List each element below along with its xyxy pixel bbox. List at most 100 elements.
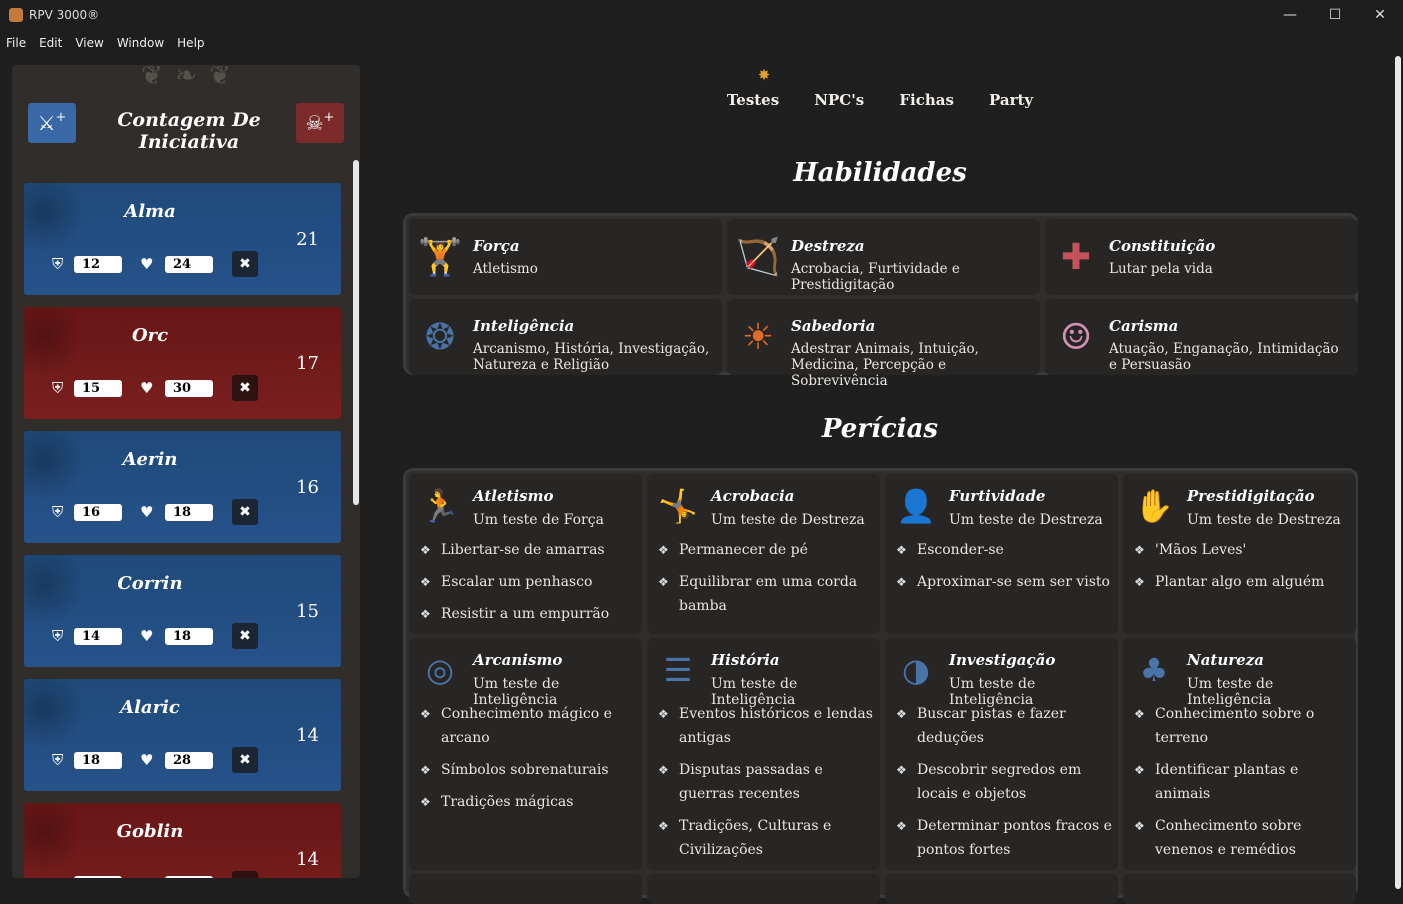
weightlifter-icon: 🏋: [417, 237, 463, 278]
initiative-card[interactable]: Corrin 15 ⛨ 14 ♥ 18 ✖: [24, 555, 341, 667]
skill-example-text: Equilibrar em uma corda bamba: [679, 574, 858, 614]
menu-view[interactable]: View: [69, 36, 110, 50]
armor-class-field[interactable]: 14: [74, 628, 122, 645]
hit-points-field[interactable]: [165, 876, 213, 878]
remove-combatant-button[interactable]: ✖: [232, 499, 258, 525]
skill-example-text: Esconder-se: [917, 542, 1004, 558]
skill-example: ❖ Conhecimento sobre venenos e remédios: [1134, 814, 1350, 862]
hit-points-field[interactable]: 30: [165, 380, 213, 397]
feather-icon: ❖: [658, 819, 669, 833]
skill-example-text: Descobrir segredos em locais e objetos: [917, 762, 1082, 802]
armor-class-field[interactable]: 12: [74, 256, 122, 273]
ability-description: Arcanismo, História, Investigação, Natur…: [473, 341, 710, 373]
crossed-swords-icon: ✖: [239, 752, 251, 768]
skill-card[interactable]: ◑ Investigação Um teste de Inteligência …: [885, 638, 1118, 870]
skill-example: ❖ Tradições mágicas: [420, 790, 636, 814]
skill-example: ❖ Libertar-se de amarras: [420, 538, 636, 562]
skill-card[interactable]: [885, 874, 1118, 904]
ability-title: Destreza: [791, 237, 865, 255]
initiative-card[interactable]: Goblin 14 ⛨ ♥ ✖: [24, 803, 341, 878]
add-monster-icon: ☠: [305, 111, 324, 135]
nav-testes[interactable]: Testes: [727, 91, 779, 109]
armor-class-field[interactable]: [74, 876, 122, 878]
crystal-ball-icon: ◎: [426, 651, 454, 689]
hit-points-field[interactable]: 24: [165, 256, 213, 273]
add-monster-button[interactable]: ☠ +: [296, 103, 344, 143]
remove-combatant-button[interactable]: ✖: [232, 623, 258, 649]
initiative-value: 21: [296, 229, 319, 250]
skill-example: ❖ Disputas passadas e guerras recentes: [658, 758, 874, 806]
skill-card[interactable]: [647, 874, 880, 904]
skill-card[interactable]: 🤸 Acrobacia Um teste de Destreza ❖ Perman…: [647, 474, 880, 634]
skill-card[interactable]: 👤 Furtividade Um teste de Destreza ❖ Esco…: [885, 474, 1118, 634]
remove-combatant-button[interactable]: ✖: [232, 375, 258, 401]
close-button[interactable]: ✕: [1357, 0, 1403, 30]
initiative-card[interactable]: Aerin 16 ⛨ 16 ♥ 18 ✖: [24, 431, 341, 543]
feather-icon: ❖: [420, 543, 431, 557]
habilidades-title: Habilidades: [793, 158, 967, 188]
menu-edit[interactable]: Edit: [33, 36, 69, 50]
nav-party[interactable]: Party: [989, 91, 1033, 109]
menu-window[interactable]: Window: [111, 36, 171, 50]
heart-icon: ♥: [140, 255, 154, 273]
hit-points-field[interactable]: 18: [165, 628, 213, 645]
skill-card[interactable]: ◎ Arcanismo Um teste de Inteligência ❖ Co…: [409, 638, 642, 870]
armor-class-field[interactable]: 16: [74, 504, 122, 521]
skill-example-text: Libertar-se de amarras: [441, 542, 605, 558]
ability-card[interactable]: ✚ Constituição Lutar pela vida: [1045, 219, 1358, 295]
add-player-button[interactable]: ⚔ +: [28, 103, 76, 143]
shield-icon: ⛨: [52, 751, 64, 769]
sidebar-scrollbar[interactable]: [353, 160, 359, 505]
initiative-value: 14: [296, 849, 319, 870]
ability-card[interactable]: ❂ Inteligência Arcanismo, História, Inve…: [409, 299, 722, 375]
menu-help[interactable]: Help: [171, 36, 211, 50]
armor-class-field[interactable]: 15: [74, 380, 122, 397]
skill-card[interactable]: ☰ História Um teste de Inteligência ❖ Eve…: [647, 638, 880, 870]
ability-card[interactable]: ☀ Sabedoria Adestrar Animais, Intuição, …: [727, 299, 1040, 389]
skill-example: ❖ Identificar plantas e animais: [1134, 758, 1350, 806]
nav-npcs[interactable]: NPC's: [814, 91, 864, 109]
shield-icon: ⛨: [52, 379, 64, 397]
skill-subtitle: Um teste de Destreza: [1187, 512, 1341, 528]
maximize-button[interactable]: ☐: [1312, 0, 1358, 30]
hit-points-field[interactable]: 28: [165, 752, 213, 769]
shield-icon: ⛨: [52, 255, 64, 273]
skill-card[interactable]: [1123, 874, 1356, 904]
ability-card[interactable]: ☺ Carisma Atuação, Enganação, Intimidaçã…: [1045, 299, 1358, 375]
initiative-card[interactable]: Alaric 14 ⛨ 18 ♥ 28 ✖: [24, 679, 341, 791]
add-player-icon: ⚔: [37, 111, 56, 135]
ability-description: Atletismo: [473, 261, 538, 277]
crossed-swords-icon: ✖: [239, 504, 251, 520]
nav-fichas[interactable]: Fichas: [899, 91, 954, 109]
menu-file[interactable]: File: [0, 36, 33, 50]
initiative-card[interactable]: Orc 17 ⛨ 15 ♥ 30 ✖: [24, 307, 341, 419]
initiative-card[interactable]: Alma 21 ⛨ 12 ♥ 24 ✖: [24, 183, 341, 295]
ability-title: Sabedoria: [791, 317, 876, 335]
remove-combatant-button[interactable]: ✖: [232, 747, 258, 773]
main-area: ❦ ❧ ❦ ⚔ + Contagem De Iniciativa ☠ + Alma …: [0, 56, 1403, 904]
skill-title: Prestidigitação: [1187, 487, 1315, 505]
skill-card[interactable]: [409, 874, 642, 904]
remove-combatant-button[interactable]: ✖: [232, 251, 258, 277]
title-bar: RPV 3000® — ☐ ✕: [0, 0, 1403, 30]
feather-icon: ❖: [1134, 543, 1145, 557]
skill-subtitle: Um teste de Destreza: [949, 512, 1103, 528]
skill-example-text: Símbolos sobrenaturais: [441, 762, 609, 778]
skill-example: ❖ Esconder-se: [896, 538, 1112, 562]
armor-class-field[interactable]: 18: [74, 752, 122, 769]
skill-example-text: Aproximar-se sem ser visto: [917, 574, 1110, 590]
skill-card[interactable]: 🏃 Atletismo Um teste de Força ❖ Libertar-…: [409, 474, 642, 634]
ability-card[interactable]: 🏋 Força Atletismo: [409, 219, 722, 295]
minimize-button[interactable]: —: [1267, 0, 1313, 30]
skill-card[interactable]: ✋ Prestidigitação Um teste de Destreza ❖…: [1123, 474, 1356, 634]
pericias-title: Perícias: [821, 414, 939, 444]
hit-points-field[interactable]: 18: [165, 504, 213, 521]
ability-card[interactable]: 🏹 Destreza Acrobacia, Furtividade e Pres…: [727, 219, 1040, 295]
shield-icon: ⛨: [52, 627, 64, 645]
theater-masks-icon: ☺: [1059, 316, 1093, 358]
main-scrollbar[interactable]: [1395, 56, 1401, 889]
skill-example-text: Conhecimento sobre o terreno: [1155, 706, 1315, 746]
remove-combatant-button[interactable]: ✖: [232, 871, 258, 878]
skill-card[interactable]: ♣ Natureza Um teste de Inteligência ❖ Con…: [1123, 638, 1356, 870]
initiative-value: 15: [296, 601, 319, 622]
